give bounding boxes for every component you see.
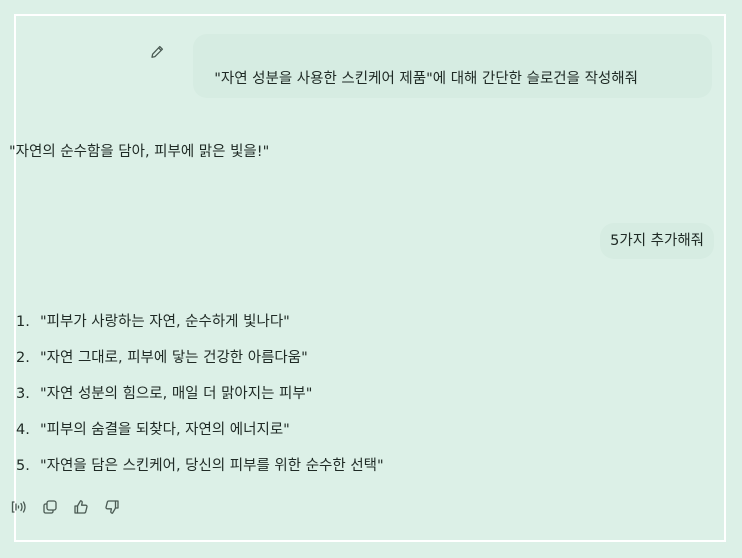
list-text: "자연 성분의 힘으로, 매일 더 맑아지는 피부" — [40, 386, 313, 402]
list-number: 5. — [16, 458, 30, 474]
pencil-icon[interactable] — [149, 44, 165, 60]
list-number: 2. — [16, 350, 30, 366]
user-message-bubble: "자연 성분을 사용한 스킨케어 제품"에 대해 간단한 슬로건을 작성해줘 — [193, 34, 712, 98]
list-number: 4. — [16, 422, 30, 438]
list-text: "피부의 숨결을 되찾다, 자연의 에너지로" — [40, 422, 290, 438]
assistant-reply: "자연의 순수함을 담아, 피부에 맑은 빛을!" — [9, 144, 270, 160]
list-item: 2. "자연 그대로, 피부에 닿는 건강한 아름다움" — [16, 346, 384, 382]
list-text: "자연 그대로, 피부에 닿는 건강한 아름다움" — [40, 350, 308, 366]
thumbs-up-icon[interactable] — [72, 498, 90, 516]
list-item: 4. "피부의 숨결을 되찾다, 자연의 에너지로" — [16, 418, 384, 454]
copy-icon[interactable] — [41, 498, 59, 516]
list-text: "자연을 담은 스킨케어, 당신의 피부를 위한 순수한 선택" — [40, 458, 384, 474]
speaker-icon[interactable] — [10, 498, 28, 516]
list-item: 1. "피부가 사랑하는 자연, 순수하게 빛나다" — [16, 310, 384, 346]
list-text: "피부가 사랑하는 자연, 순수하게 빛나다" — [40, 314, 290, 330]
user-message-text-2: 5가지 추가해줘 — [610, 233, 704, 249]
message-actions — [10, 498, 121, 516]
thumbs-down-icon[interactable] — [103, 498, 121, 516]
list-item: 3. "자연 성분의 힘으로, 매일 더 맑아지는 피부" — [16, 382, 384, 418]
list-number: 3. — [16, 386, 30, 402]
user-message-text: "자연 성분을 사용한 스킨케어 제품"에 대해 간단한 슬로건을 작성해줘 — [214, 71, 638, 87]
slogan-list: 1. "피부가 사랑하는 자연, 순수하게 빛나다" 2. "자연 그대로, 피부에… — [16, 310, 384, 490]
list-item: 5. "자연을 담은 스킨케어, 당신의 피부를 위한 순수한 선택" — [16, 454, 384, 490]
list-number: 1. — [16, 314, 30, 330]
user-message-bubble-2: 5가지 추가해줘 — [600, 223, 714, 259]
